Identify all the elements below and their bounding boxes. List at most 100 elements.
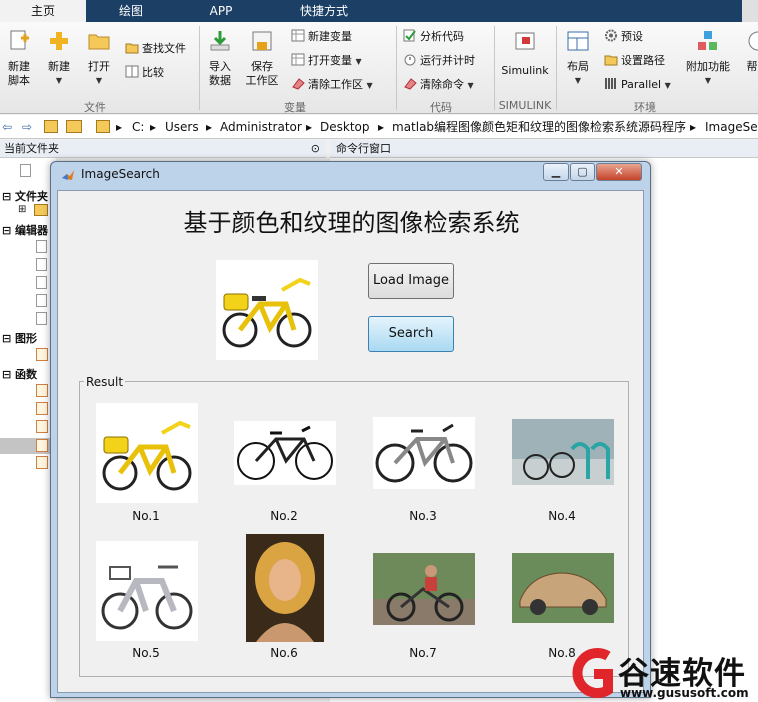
path-segment-project[interactable]: matlab编程图像颜色矩和纹理的图像检索系统源码程序 — [392, 115, 686, 139]
open-button[interactable]: 打开 ▼ — [84, 30, 114, 88]
function-file-icon[interactable] — [36, 402, 48, 415]
import-data-label: 导入 数据 — [209, 60, 231, 87]
file-icon[interactable] — [36, 276, 47, 289]
function-file-icon[interactable] — [36, 439, 48, 452]
tree-section-editor[interactable]: ⊟ 编辑器 — [2, 222, 48, 238]
run-timer-label: 运行并计时 — [420, 54, 475, 67]
current-folder-header: 当前文件夹 ⊙ — [0, 140, 326, 158]
new-button[interactable]: 新建 ▼ — [44, 30, 74, 88]
simulink-button[interactable]: Simulink — [498, 30, 552, 78]
result-image-2 — [234, 421, 336, 485]
back-icon[interactable]: ⇦ — [2, 115, 12, 139]
result-caption-5: No.5 — [132, 646, 160, 660]
tab-apps[interactable]: APP — [178, 0, 264, 22]
open-variable-icon — [291, 53, 305, 66]
find-files-icon — [125, 43, 139, 54]
tree-section-editor-label: 编辑器 — [15, 224, 49, 237]
pane-menu-icon[interactable]: ⊙ — [311, 140, 320, 158]
tab-home[interactable]: 主页 — [0, 0, 86, 22]
file-icon[interactable] — [36, 312, 47, 325]
path-separator: ▸ — [116, 120, 123, 134]
result-caption-3: No.3 — [409, 509, 437, 523]
yellow-bicycle-image — [102, 420, 192, 491]
tab-shortcuts[interactable]: 快捷方式 — [268, 0, 380, 22]
clear-workspace-button[interactable]: 清除工作区 ▼ — [291, 76, 373, 94]
find-files-button[interactable]: 查找文件 — [125, 40, 186, 58]
import-data-button[interactable]: 导入 数据 — [204, 30, 236, 88]
close-button[interactable]: ✕ — [596, 163, 642, 181]
simulink-label: Simulink — [501, 64, 549, 77]
open-variable-button[interactable]: 打开变量 ▼ — [291, 52, 362, 70]
set-path-label: 设置路径 — [621, 54, 665, 67]
new-variable-icon — [291, 29, 305, 42]
addons-button[interactable]: 附加功能 ▼ — [684, 30, 732, 88]
forward-icon[interactable]: ⇨ — [22, 115, 32, 139]
expand-icon[interactable]: ⊞ — [18, 204, 26, 215]
path-separator: ▸ — [306, 120, 313, 134]
path-segment-administrator[interactable]: Administrator — [220, 115, 302, 139]
file-icon[interactable] — [36, 294, 47, 307]
load-image-button[interactable]: Load Image — [368, 263, 454, 299]
group-label-simulink: SIMULINK — [498, 99, 552, 112]
set-path-button[interactable]: 设置路径 — [604, 52, 665, 70]
layout-button[interactable]: 布局 ▼ — [562, 30, 594, 88]
parallel-button[interactable]: Parallel ▼ — [604, 76, 671, 94]
group-divider — [199, 26, 200, 110]
preferences-label: 预设 — [621, 30, 643, 43]
current-folder-title: 当前文件夹 — [4, 142, 59, 155]
tree-section-figure[interactable]: ⊟ 图形 — [2, 330, 37, 346]
tree-section-figure-label: 图形 — [15, 332, 38, 345]
maximize-button[interactable]: ▢ — [570, 163, 595, 181]
path-segment-users[interactable]: Users — [165, 115, 199, 139]
function-file-icon[interactable] — [36, 420, 48, 433]
figure-file-icon[interactable] — [36, 348, 48, 361]
compare-button[interactable]: 比较 — [125, 64, 164, 82]
analyze-code-button[interactable]: 分析代码 — [403, 28, 464, 46]
parallel-dropdown-icon: ▼ — [664, 81, 671, 90]
result-image-1 — [96, 403, 198, 503]
group-label-environment: 环境 — [634, 101, 656, 114]
result-caption-4: No.4 — [548, 509, 576, 523]
layout-label: 布局 — [567, 60, 589, 73]
tab-plots[interactable]: 绘图 — [88, 0, 174, 22]
help-button[interactable]: 帮 — [742, 30, 758, 74]
run-timer-button[interactable]: 运行并计时 — [403, 52, 475, 70]
browse-folder-icon[interactable] — [66, 120, 82, 133]
path-separator: ▸ — [690, 120, 697, 134]
command-window-header: 命令行窗口 — [330, 140, 758, 158]
clear-commands-button[interactable]: 清除命令 ▼ — [403, 76, 474, 94]
open-label: 打开 — [88, 60, 110, 73]
plus-icon — [50, 32, 68, 50]
new-label: 新建 — [48, 60, 70, 73]
file-icon[interactable] — [36, 240, 47, 253]
tree-section-folder[interactable]: ⊟ 文件夹 — [2, 188, 48, 204]
close-icon: ✕ — [614, 165, 624, 178]
run-timer-icon — [404, 54, 416, 66]
open-variable-label: 打开变量 — [308, 54, 352, 67]
search-button[interactable]: Search — [368, 316, 454, 352]
up-folder-icon[interactable] — [44, 120, 58, 133]
import-data-icon — [210, 31, 230, 51]
simulink-icon — [515, 32, 535, 50]
path-segment-imagesearch[interactable]: ImageSe — [705, 115, 758, 139]
group-label-code: 代码 — [430, 101, 452, 114]
path-segment-drive[interactable]: C: — [132, 115, 144, 139]
preferences-button[interactable]: 预设 — [604, 28, 643, 46]
save-workspace-button[interactable]: 保存 工作区 — [244, 30, 280, 88]
address-bar: ⇦ ⇨ ▸ C: ▸ Users ▸ Administrator ▸ Deskt… — [0, 115, 758, 139]
addons-icon — [698, 31, 717, 50]
minimize-button[interactable]: ▁ — [543, 163, 569, 181]
function-file-icon[interactable] — [36, 384, 48, 397]
file-icon[interactable] — [36, 258, 47, 271]
function-file-icon[interactable] — [36, 456, 48, 469]
open-dropdown-icon: ▼ — [95, 76, 103, 85]
tree-section-function[interactable]: ⊟ 函数 — [2, 366, 37, 382]
query-image — [216, 260, 318, 360]
new-script-button[interactable]: 新建 脚本 — [4, 30, 34, 88]
electric-bicycle-image — [101, 565, 193, 630]
watermark-url: www.gususoft.com — [620, 686, 749, 700]
analyze-code-label: 分析代码 — [420, 30, 464, 43]
new-variable-button[interactable]: 新建变量 — [291, 28, 352, 46]
path-segment-desktop[interactable]: Desktop — [320, 115, 370, 139]
yellow-bicycle-image — [222, 277, 312, 348]
